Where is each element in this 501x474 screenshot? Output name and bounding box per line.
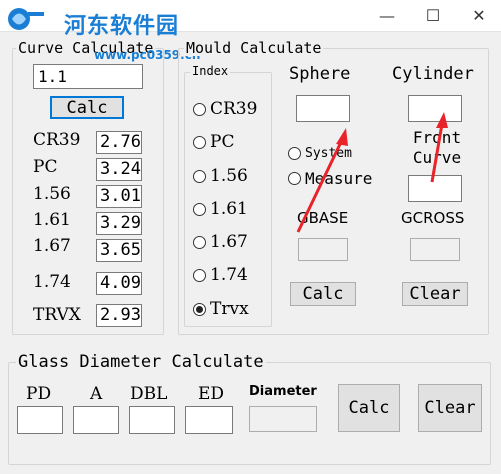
curve-row-label-cr39: CR39	[33, 130, 81, 150]
glass-calc-button[interactable]: Calc	[338, 384, 400, 432]
pd-label: PD	[26, 384, 52, 404]
mould-calc-button[interactable]: Calc	[290, 282, 356, 306]
gbase-output	[298, 238, 348, 261]
ed-label: ED	[198, 384, 225, 404]
curve-row-value-167: 3.65	[96, 239, 142, 262]
a-input[interactable]	[73, 406, 119, 434]
radio-circle-icon	[193, 202, 206, 216]
minimize-icon: —	[379, 5, 395, 25]
index-radio-cr39[interactable]: CR39	[193, 99, 257, 119]
curve-row-label-167: 1.67	[33, 236, 71, 256]
curve-row-value-cr39: 2.76	[96, 131, 142, 154]
gcross-output	[410, 238, 460, 261]
curve-row-value-156: 3.01	[96, 185, 142, 208]
radio-circle-icon	[193, 102, 206, 116]
diameter-output	[249, 406, 317, 432]
index-radio-trvx[interactable]: Trvx	[193, 299, 249, 319]
dbl-input[interactable]	[129, 406, 175, 434]
a-label: A	[90, 384, 103, 404]
mould-clear-button[interactable]: Clear	[402, 282, 468, 306]
curve-row-value-174: 4.09	[96, 272, 142, 295]
curve-input[interactable]: 1.1	[33, 64, 143, 89]
ed-input[interactable]	[185, 406, 233, 434]
mould-calculate-legend: Mould Calculate	[184, 39, 324, 57]
curve-row-label-174: 1.74	[33, 272, 71, 292]
radio-circle-icon	[193, 235, 206, 249]
close-icon: ✕	[472, 5, 486, 25]
curve-calc-button[interactable]: Calc	[50, 96, 124, 119]
curve-row-value-pc: 3.24	[96, 158, 142, 181]
glass-clear-button[interactable]: Clear	[418, 384, 482, 432]
maximize-button[interactable]: ☐	[410, 0, 456, 30]
index-radio-156[interactable]: 1.56	[193, 166, 248, 186]
curve-row-label-trvx: TRVX	[33, 305, 81, 325]
glass-diameter-legend: Glass Diameter Calculate	[16, 352, 266, 372]
watermark-site-name: 河东软件园	[64, 14, 180, 39]
minimize-button[interactable]: —	[364, 0, 410, 30]
index-radio-pc[interactable]: PC	[193, 132, 234, 152]
dbl-label: DBL	[130, 384, 168, 404]
index-radio-167[interactable]: 1.67	[193, 232, 248, 252]
annotation-arrow-icon	[296, 112, 448, 233]
curve-row-value-161: 3.29	[96, 212, 142, 235]
index-radio-174[interactable]: 1.74	[193, 265, 248, 285]
maximize-icon: ☐	[425, 5, 441, 25]
close-button[interactable]: ✕	[456, 0, 501, 30]
radio-selected-icon	[193, 302, 206, 316]
curve-row-label-161: 1.61	[33, 210, 71, 230]
pd-input[interactable]	[17, 406, 63, 434]
app-logo-icon	[8, 8, 44, 30]
curve-row-label-pc: PC	[33, 157, 58, 177]
index-radio-161[interactable]: 1.61	[193, 199, 248, 219]
cylinder-label: Cylinder	[392, 64, 474, 84]
curve-row-value-trvx: 2.93	[96, 304, 142, 327]
index-legend: Index	[190, 64, 231, 78]
diameter-label: Diameter	[249, 384, 317, 399]
radio-circle-icon	[193, 268, 206, 282]
curve-row-label-156: 1.56	[33, 184, 71, 204]
radio-circle-icon	[193, 169, 206, 183]
radio-circle-icon	[193, 135, 206, 149]
sphere-label: Sphere	[289, 64, 351, 84]
